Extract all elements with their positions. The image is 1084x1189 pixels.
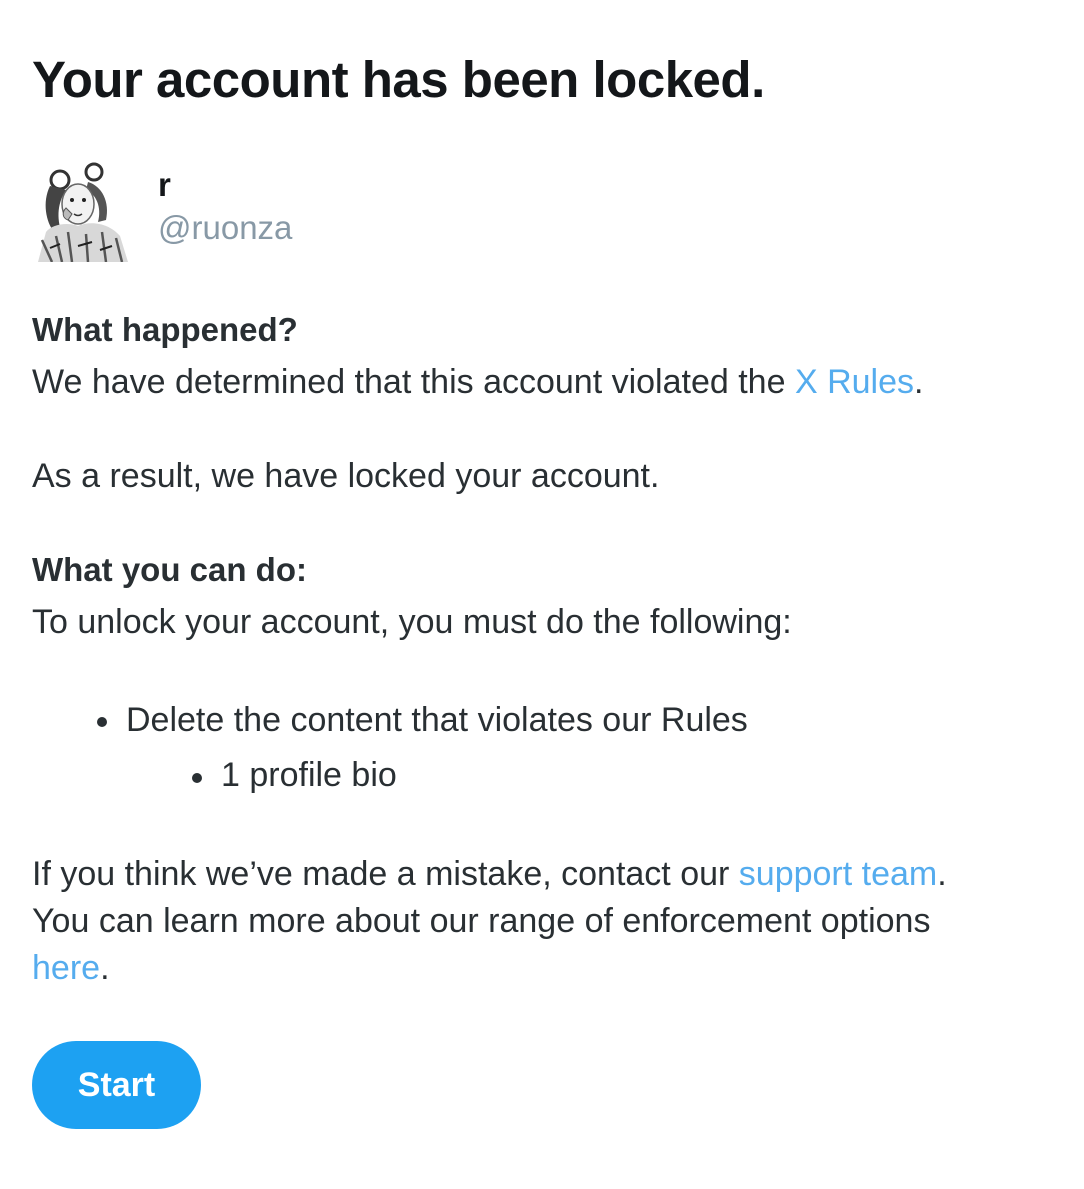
sub-step-profile-bio: 1 profile bio bbox=[221, 756, 397, 794]
user-handle: @ruonza bbox=[158, 209, 293, 246]
step-delete-content: Delete the content that violates our Rul… bbox=[126, 701, 748, 739]
page-title: Your account has been locked. bbox=[32, 51, 765, 108]
mistake-text: If you think we’ve made a mistake, conta… bbox=[32, 855, 739, 893]
display-name: r bbox=[158, 166, 171, 203]
violation-statement: We have determined that this account vio… bbox=[32, 363, 923, 402]
unlock-instructions: To unlock your account, you must do the … bbox=[32, 603, 792, 641]
profile-summary: r @ruonza bbox=[32, 162, 632, 264]
here-link[interactable]: here bbox=[32, 949, 100, 987]
violation-period: . bbox=[914, 363, 924, 401]
here-line: here. bbox=[32, 949, 110, 988]
start-button[interactable]: Start bbox=[32, 1041, 201, 1129]
what-happened-heading: What happened? bbox=[32, 311, 298, 348]
lock-result-text: As a result, we have locked your account… bbox=[32, 457, 660, 495]
bullet-icon bbox=[192, 773, 202, 783]
mistake-period: . bbox=[937, 855, 947, 893]
mistake-statement: If you think we’ve made a mistake, conta… bbox=[32, 855, 947, 894]
violation-text: We have determined that this account vio… bbox=[32, 363, 795, 401]
here-period: . bbox=[100, 949, 110, 987]
what-you-can-do-heading: What you can do: bbox=[32, 551, 307, 588]
support-team-link[interactable]: support team bbox=[739, 855, 937, 893]
learn-more-text: You can learn more about our range of en… bbox=[32, 902, 931, 940]
bullet-icon bbox=[97, 717, 107, 727]
avatar bbox=[32, 162, 130, 262]
avatar-image bbox=[32, 162, 130, 262]
x-rules-link[interactable]: X Rules bbox=[795, 363, 914, 401]
